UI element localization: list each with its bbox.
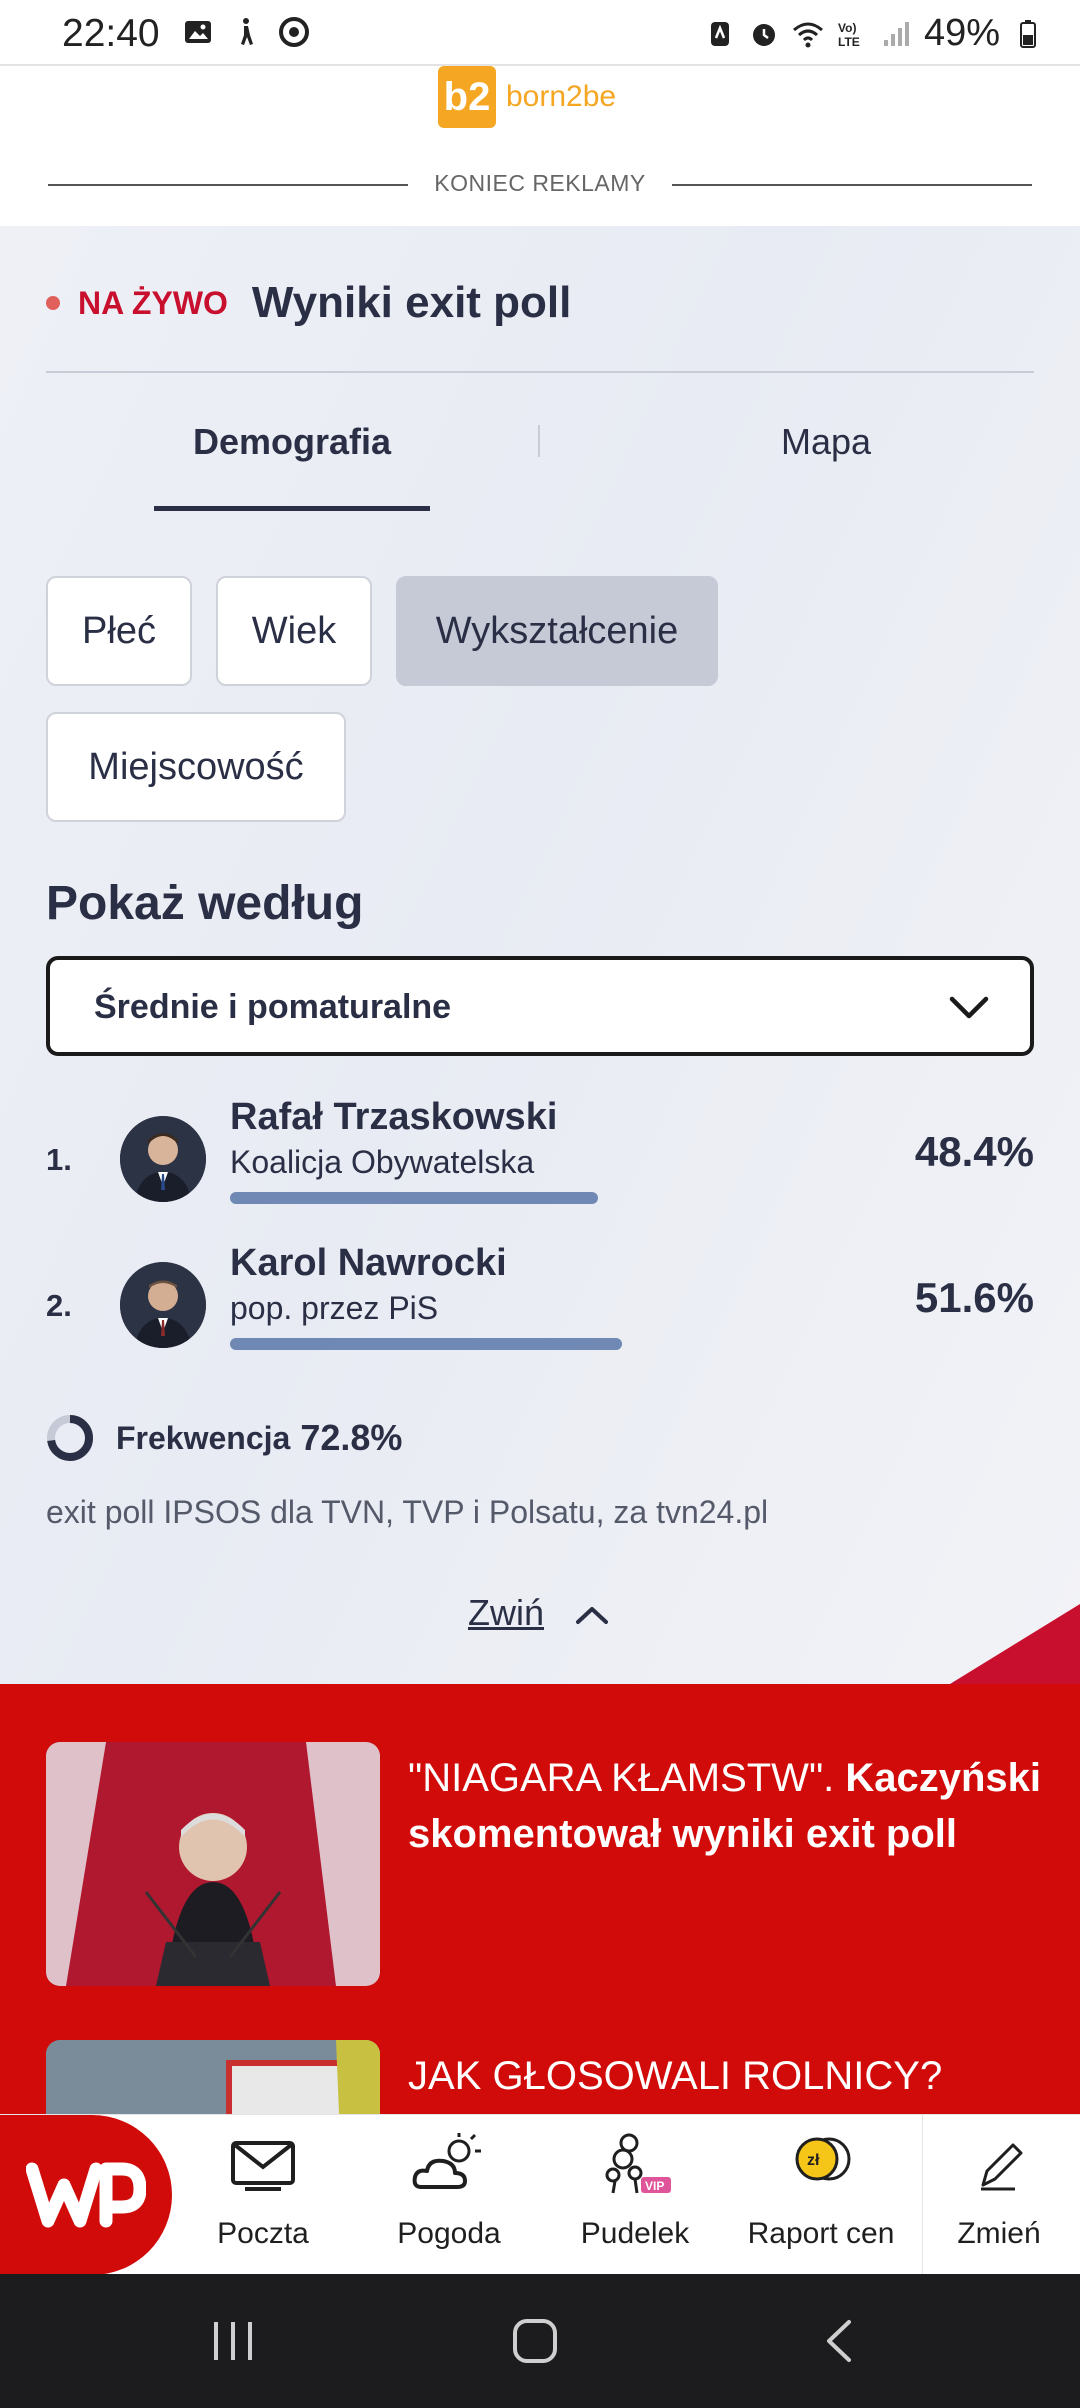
ad-end-line-right [672, 184, 1032, 186]
news-item[interactable]: "NIAGARA KŁAMSTW". Kaczyński skomentował… [46, 1742, 1046, 1986]
news-headline-quote: JAK GŁOSOWALI ROLNICY? [408, 2054, 943, 2098]
news-section: "NIAGARA KŁAMSTW". Kaczyński skomentował… [0, 1684, 1080, 2114]
turnout-label: Frekwencja [116, 1419, 291, 1456]
widget-header: NA ŻYWO Wyniki exit poll [46, 278, 571, 328]
svg-text:VIP: VIP [645, 2179, 664, 2193]
turnout-row: Frekwencja 72.8% [46, 1414, 402, 1462]
bottom-navigation: Poczta Pogoda VIP Pudelek zł Raport cen … [0, 2114, 1080, 2275]
coins-icon: zł [795, 2137, 851, 2181]
news-thumbnail[interactable] [46, 2040, 380, 2114]
nav-zmien[interactable]: Zmień [906, 2115, 1080, 2275]
nav-label: Raport cen [747, 2217, 895, 2250]
live-label: NA ŻYWO [78, 284, 228, 321]
signal-icon [883, 21, 909, 46]
collapse-button[interactable]: Zwiń [0, 1592, 1080, 1634]
nav-pogoda[interactable]: Pogoda [356, 2115, 542, 2275]
battery-icon [1020, 19, 1036, 48]
candidate-rank: 1. [46, 1142, 72, 1177]
tab-separator [538, 425, 540, 457]
news-item[interactable]: JAK GŁOSOWALI ROLNICY? [46, 2040, 1046, 2114]
candidate-avatar [120, 1116, 206, 1202]
ad-area[interactable]: b2 born2be KONIEC REKLAMY [0, 66, 1080, 226]
chevron-up-icon [576, 1607, 609, 1625]
tab-demografia[interactable]: Demografia [154, 421, 430, 511]
chevron-down-icon [949, 996, 989, 1019]
collapse-label: Zwiń [467, 1592, 544, 1633]
candidate-result-bar [230, 1338, 622, 1350]
candidate-avatar [120, 1262, 206, 1348]
candidate-party: pop. przez PiS [230, 1290, 439, 1326]
nav-label: Zmień [957, 2217, 1041, 2250]
chrome-icon [279, 17, 309, 47]
news-thumbnail[interactable] [46, 1742, 380, 1986]
nav-pudelek[interactable]: VIP Pudelek [542, 2115, 728, 2275]
show-by-label: Pokaż według [46, 877, 364, 930]
filter-chip-plec[interactable]: Płeć [46, 576, 192, 686]
candidate-name: Rafał Trzaskowski [230, 1096, 558, 1138]
nav-raport-cen[interactable]: zł Raport cen [728, 2115, 914, 2275]
exit-poll-widget: NA ŻYWO Wyniki exit poll Demografia Mapa… [0, 226, 1080, 1684]
tab-mapa[interactable]: Mapa [686, 421, 966, 463]
pudelek-icon: VIP [605, 2133, 671, 2194]
nfc-icon [710, 21, 729, 46]
wifi-icon [792, 22, 823, 47]
candidate-percent: 48.4% [914, 1128, 1034, 1175]
corner-decoration [950, 1604, 1080, 1684]
candidate-percent: 51.6% [914, 1274, 1034, 1321]
live-dot-icon [46, 296, 60, 310]
candidate-rank: 2. [46, 1288, 72, 1323]
svg-text:zł: zł [807, 2152, 820, 2169]
status-left-icons [182, 16, 310, 48]
candidate-result-bar [230, 1192, 598, 1204]
status-bar: 22:40 Vo) LTE 49% [0, 0, 1080, 66]
wp-logo-button[interactable] [0, 2115, 172, 2275]
alarm-icon [752, 23, 775, 46]
news-headline[interactable]: "NIAGARA KŁAMSTW". Kaczyński skomentował… [408, 1750, 1048, 1862]
ad-logo[interactable]: b2 born2be [438, 66, 616, 128]
poll-source: exit poll IPSOS dla TVN, TVP i Polsatu, … [46, 1494, 769, 1530]
nav-poczta[interactable]: Poczta [170, 2115, 356, 2275]
candidate-name: Karol Nawrocki [230, 1242, 507, 1284]
recent-apps-icon[interactable] [208, 2316, 258, 2366]
candidate-row: 1. Rafał Trzaskowski Koalicja Obywatelsk… [46, 1096, 1034, 1226]
svg-text:Vo): Vo) [838, 21, 856, 35]
nav-label: Pogoda [397, 2217, 501, 2250]
system-navigation-bar [0, 2274, 1080, 2408]
header-divider [46, 371, 1034, 373]
filter-chip-wiek[interactable]: Wiek [216, 576, 372, 686]
news-headline[interactable]: JAK GŁOSOWALI ROLNICY? [408, 2048, 1048, 2104]
weather-icon [412, 2133, 481, 2189]
show-by-dropdown[interactable]: Średnie i pomaturalne [46, 956, 1034, 1056]
wp-logo-icon [26, 2162, 146, 2228]
nav-label: Poczta [217, 2217, 309, 2250]
home-icon[interactable] [510, 2316, 560, 2366]
ad-brand-mark: b2 [438, 66, 496, 128]
pencil-icon [981, 2143, 1023, 2191]
accessibility-icon [241, 18, 253, 45]
status-right-icons: Vo) LTE 49% [704, 12, 1044, 55]
candidate-party: Koalicja Obywatelska [230, 1144, 535, 1180]
svg-text:LTE: LTE [838, 35, 860, 49]
turnout-ring-icon [47, 1415, 93, 1461]
ad-end-separator: KONIEC REKLAMY [0, 164, 1080, 204]
turnout-value: 72.8% [300, 1417, 403, 1458]
back-icon[interactable] [815, 2316, 865, 2366]
widget-title: Wyniki exit poll [251, 278, 572, 327]
mail-icon [231, 2141, 295, 2191]
nav-label: Pudelek [580, 2217, 690, 2250]
widget-tabs: Demografia Mapa [46, 421, 1034, 511]
filter-chip-wyksztalcenie[interactable]: Wykształcenie [396, 576, 718, 686]
volte-icon: Vo)LTE [838, 21, 860, 49]
news-headline-quote: "NIAGARA KŁAMSTW". [408, 1756, 835, 1800]
filter-chip-miejscowosc[interactable]: Miejscowość [46, 712, 346, 822]
dropdown-value: Średnie i pomaturalne [94, 988, 452, 1026]
candidate-row: 2. Karol Nawrocki pop. przez PiS 51.6% [46, 1242, 1034, 1372]
ad-brand-text: born2be [506, 80, 617, 113]
battery-percent: 49% [923, 12, 1000, 54]
status-time: 22:40 [62, 12, 160, 55]
image-icon [185, 21, 211, 43]
